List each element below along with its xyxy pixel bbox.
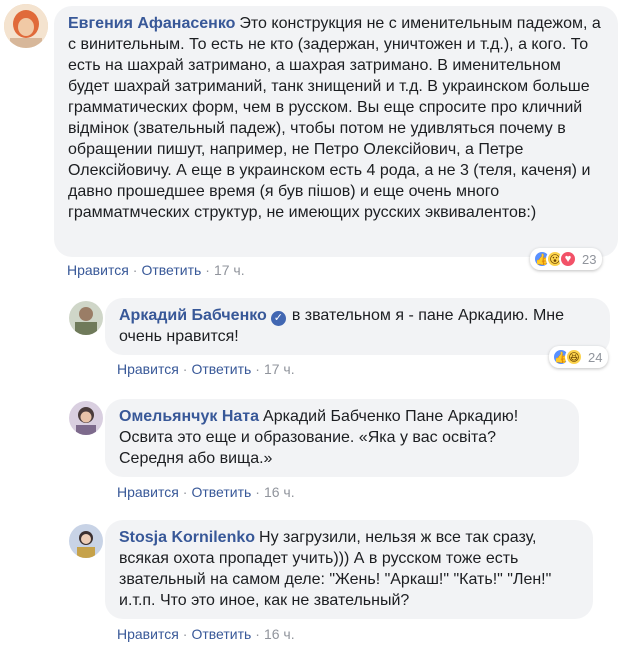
avatar[interactable] [69,401,103,435]
timestamp[interactable]: 17 ч. [264,361,295,377]
separator: · [255,484,260,500]
comment-author[interactable]: Stosja Kornilenko [119,529,255,546]
separator: · [255,361,260,377]
separator: · [182,626,188,642]
like-link[interactable]: Нравится [117,626,179,642]
comment-actions: Нравится · Ответить · 17 ч. [117,361,295,377]
reply-link[interactable]: Ответить [191,484,251,500]
reactions-summary[interactable]: 👍 😆 24 [549,346,609,368]
comment-actions: Нравится · Ответить · 16 ч. [117,484,295,500]
reply-link[interactable]: Ответить [191,626,251,642]
like-link[interactable]: Нравится [117,484,179,500]
separator: · [182,484,188,500]
verified-badge-icon: ✓ [270,311,286,326]
avatar[interactable] [69,524,103,558]
reaction-count: 24 [588,349,603,365]
comment-author[interactable]: Аркадий Бабченко [119,307,267,324]
separator: · [205,262,210,278]
comment-bubble: Stosja Kornilenko Ну загрузили, нельзя ж … [105,520,593,619]
separator: · [182,361,188,377]
separator: · [255,626,260,642]
comment-author[interactable]: Омельянчук Ната [119,408,259,425]
timestamp[interactable]: 16 ч. [264,626,295,642]
like-link[interactable]: Нравится [67,262,129,278]
comment-actions: Нравится · Ответить · 17 ч. [67,262,245,278]
love-icon: ♥ [559,250,577,268]
reactions-summary[interactable]: 👍 😮 ♥ 23 [530,248,603,270]
reply-link[interactable]: Ответить [141,262,201,278]
avatar[interactable] [4,4,48,48]
comment-bubble: Евгения Афанасенко Это конструкция не с и… [54,6,618,257]
timestamp[interactable]: 16 ч. [264,484,295,500]
comment-actions: Нравится · Ответить · 16 ч. [117,626,295,642]
timestamp[interactable]: 17 ч. [214,262,245,278]
comment-bubble: Аркадий Бабченко ✓ в звательном я - пане А… [105,298,610,355]
comment-bubble: Омельянчук Ната Аркадий Бабченко Пане Арк… [105,399,579,477]
reaction-count: 23 [582,251,597,267]
comment-author[interactable]: Евгения Афанасенко [68,15,235,32]
avatar[interactable] [69,301,103,335]
like-link[interactable]: Нравится [117,361,179,377]
reply-link[interactable]: Ответить [191,361,251,377]
comment-text: Это конструкция не с именительным падежо… [68,15,601,221]
separator: · [132,262,138,278]
haha-icon: 😆 [565,348,583,366]
